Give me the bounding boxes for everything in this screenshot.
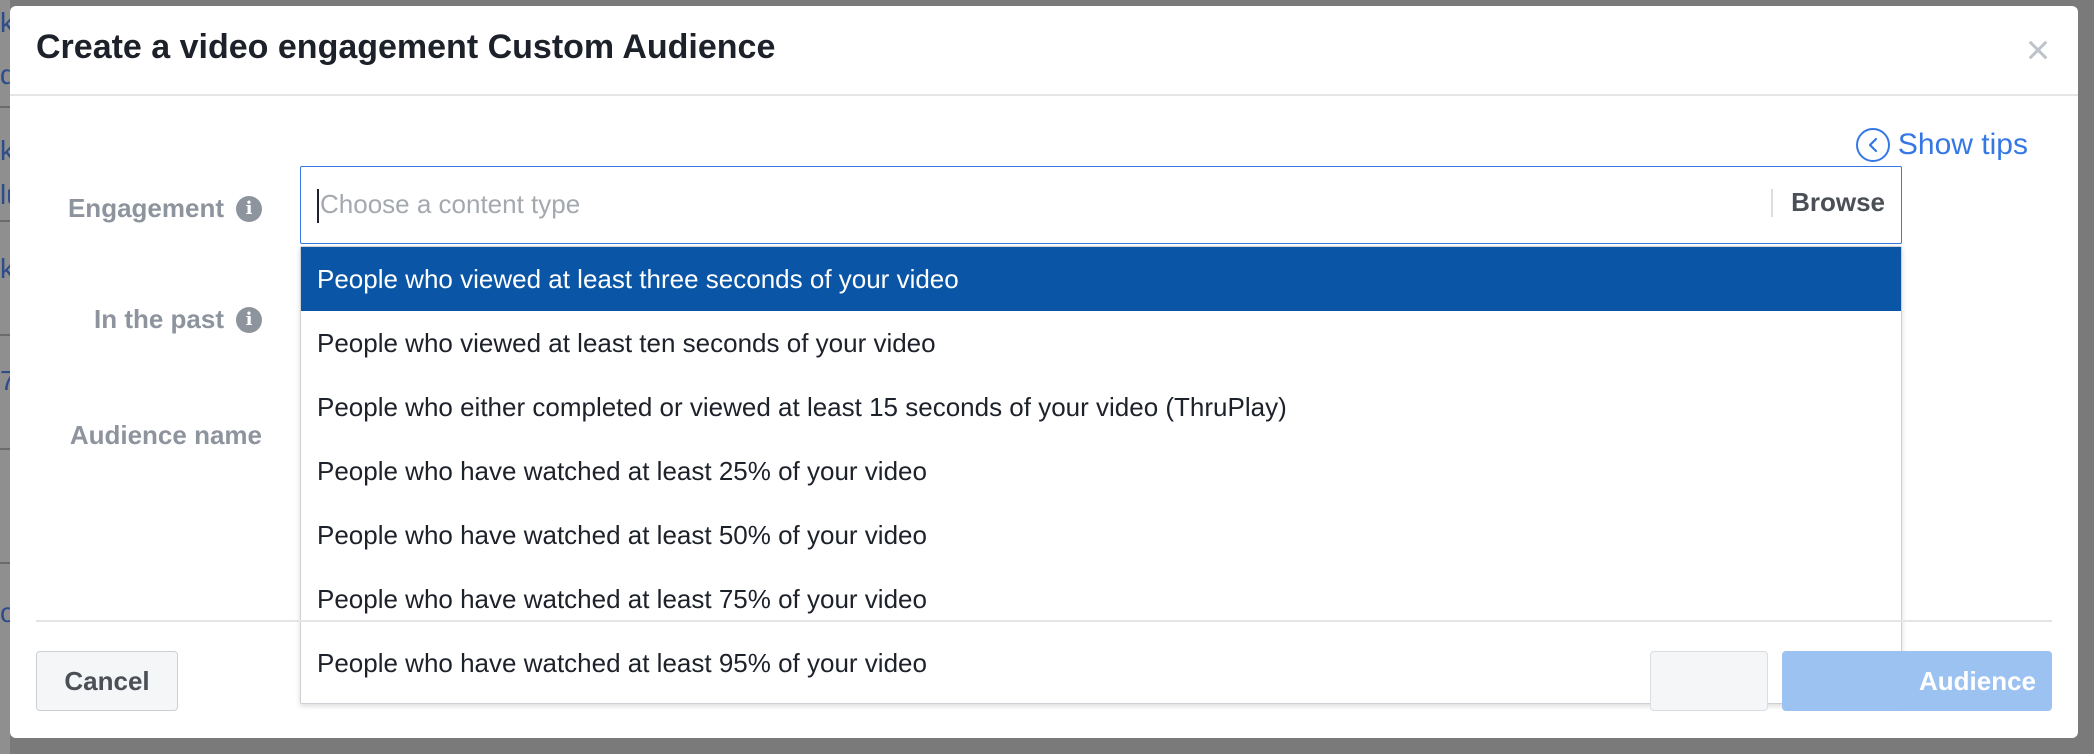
in-the-past-label-text: In the past xyxy=(93,304,224,334)
audience-name-label: Audience name xyxy=(70,420,262,451)
background-text: lu xyxy=(0,180,10,210)
background-text: 7 xyxy=(0,366,10,396)
cancel-button[interactable]: Cancel xyxy=(36,651,178,711)
engagement-label-text: Engagement xyxy=(67,193,224,223)
show-tips-label[interactable]: Show tips xyxy=(1898,128,2028,162)
background-divider xyxy=(0,334,10,336)
dropdown-option[interactable]: People who have watched at least 50% of … xyxy=(301,503,1901,567)
modal-header: Create a video engagement Custom Audienc… xyxy=(10,6,2078,96)
create-audience-modal: Create a video engagement Custom Audienc… xyxy=(10,6,2078,738)
in-the-past-label: In the past i xyxy=(94,304,262,335)
engagement-label: Engagement i xyxy=(68,193,262,224)
content-type-input[interactable]: Choose a content type Browse xyxy=(300,166,1902,244)
background-text: ke xyxy=(0,254,10,284)
modal-title: Create a video engagement Custom Audienc… xyxy=(36,28,776,66)
footer-divider xyxy=(36,620,2052,622)
back-button[interactable] xyxy=(1650,651,1768,711)
background-divider xyxy=(0,106,10,108)
background-text: ke xyxy=(0,8,10,38)
content-type-placeholder[interactable]: Choose a content type xyxy=(320,189,580,220)
create-audience-button[interactable]: Audience xyxy=(1782,651,2052,711)
close-icon[interactable]: × xyxy=(2026,26,2051,73)
browse-button[interactable]: Browse xyxy=(1791,187,1885,218)
dropdown-option[interactable]: People who viewed at least ten seconds o… xyxy=(301,311,1901,375)
dropdown-option[interactable]: People who have watched at least 25% of … xyxy=(301,439,1901,503)
info-icon[interactable]: i xyxy=(236,195,262,222)
show-tips-link[interactable]: Show tips xyxy=(1855,128,2028,162)
text-caret xyxy=(317,189,319,223)
close-button[interactable]: × xyxy=(2018,29,2058,71)
background-divider xyxy=(0,448,10,450)
dropdown-option[interactable]: People who either completed or viewed at… xyxy=(301,375,1901,439)
content-type-dropdown: People who viewed at least three seconds… xyxy=(300,246,1902,704)
background-divider xyxy=(0,220,10,222)
background-text: o xyxy=(0,598,10,628)
audience-name-label-text: Audience name xyxy=(69,420,262,450)
background-text: da xyxy=(0,60,10,90)
info-icon[interactable]: i xyxy=(236,306,262,333)
browse-divider xyxy=(1771,189,1773,217)
background-divider xyxy=(0,562,10,564)
dropdown-option[interactable]: People who viewed at least three seconds… xyxy=(301,247,1901,311)
background-text: ke xyxy=(0,136,10,166)
chevron-left-circle-icon[interactable] xyxy=(1855,128,1890,162)
